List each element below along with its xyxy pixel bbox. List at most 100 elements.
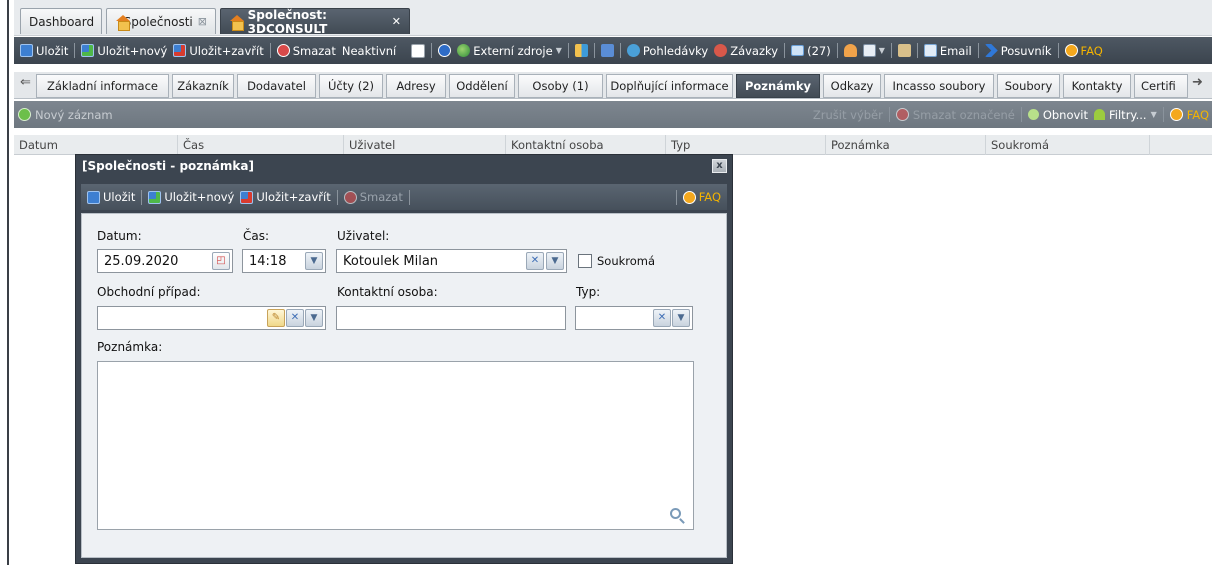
save-close-icon (173, 44, 187, 57)
tab-incasso-files[interactable]: Incasso soubory (884, 74, 994, 98)
column-label: Čas (183, 138, 205, 152)
column-header-user[interactable]: Uživatel (344, 135, 506, 155)
chevron-down-icon: ▼ (555, 46, 562, 55)
tab-certificates[interactable]: Certifi (1134, 74, 1188, 98)
faq-button[interactable]: FAQ (1062, 44, 1106, 58)
save-button[interactable]: Uložit (17, 44, 71, 58)
help-icon (1064, 44, 1078, 57)
hourglass-icon (897, 44, 911, 57)
calendar-icon[interactable]: ◰ (212, 252, 230, 270)
private-checkbox[interactable] (578, 254, 592, 268)
tab-spolecnosti[interactable]: Společnosti ⊠ (106, 8, 216, 34)
window-left-edge (7, 0, 9, 565)
time-value: 14:18 (249, 253, 287, 269)
tab-notes[interactable]: Poznámky (736, 74, 820, 98)
tab-persons[interactable]: Osoby (1) (518, 74, 603, 98)
tab-accounts[interactable]: Účty (2) (319, 74, 383, 98)
people-button[interactable] (841, 44, 860, 57)
delete-button[interactable]: Smazat (274, 44, 339, 58)
magnifier-icon[interactable] (670, 508, 681, 519)
tab-addresses[interactable]: Adresy (386, 74, 446, 98)
save-close-button[interactable]: Uložit+zavřít (170, 44, 266, 58)
clear-icon[interactable]: ✕ (653, 309, 671, 327)
column-header-note[interactable]: Poznámka (826, 135, 986, 155)
faq-button[interactable]: FAQ (1167, 108, 1212, 122)
save-close-label: Uložit+zavřít (189, 43, 264, 58)
date-value: 25.09.2020 (104, 253, 179, 269)
contact-person-field[interactable] (336, 306, 566, 330)
column-label: Typ (671, 138, 691, 152)
inactive-checkbox[interactable] (399, 43, 428, 58)
pencil-icon[interactable]: ✎ (267, 309, 285, 327)
payables-icon (714, 44, 728, 57)
chevron-down-icon[interactable]: ▼ (546, 252, 564, 270)
new-record-label: Nový záznam (35, 107, 113, 122)
tab-label: Certifi (1141, 79, 1176, 93)
dialog-save-new-button[interactable]: Uložit+nový (145, 190, 237, 204)
info-button[interactable] (435, 44, 454, 57)
save-new-button[interactable]: Uložit+nový (78, 44, 170, 58)
tab-contacts[interactable]: Kontakty (1063, 74, 1131, 98)
tab-links[interactable]: Odkazy (823, 74, 881, 98)
tab-company-3dconsult[interactable]: Společnost: 3DCONSULT ✕ (220, 8, 410, 36)
cancel-selection-button[interactable]: Zrušit výběr (810, 108, 886, 122)
column-header-time[interactable]: Čas (178, 135, 344, 155)
date-label: Datum: (97, 229, 142, 243)
user-label: Uživatel: (337, 229, 390, 243)
user-select[interactable]: Kotoulek Milan ✕ ▼ (336, 249, 567, 273)
tab-supplier[interactable]: Dodavatel (237, 74, 316, 98)
column-header-contact[interactable]: Kontaktní osoba (506, 135, 666, 155)
column-header-type[interactable]: Typ (666, 135, 826, 155)
chevron-down-icon[interactable]: ▼ (305, 252, 323, 270)
scroll-left-icon[interactable]: ⇐ (20, 75, 31, 90)
receivables-icon (626, 44, 640, 57)
business-case-select[interactable]: ✎ ✕ ▼ (97, 306, 326, 330)
posuvnik-button[interactable]: Posuvník (982, 44, 1055, 58)
close-icon[interactable]: x (712, 159, 727, 173)
payables-button[interactable]: Závazky (711, 44, 781, 58)
tab-files[interactable]: Soubory (997, 74, 1060, 98)
close-tab-icon[interactable]: ⊠ (198, 15, 207, 28)
delete-selected-button[interactable]: Smazat označené (893, 108, 1018, 122)
chevron-down-icon[interactable]: ▼ (672, 309, 690, 327)
dialog-save-button[interactable]: Uložit (81, 190, 138, 204)
tab-basic-info[interactable]: Základní informace (36, 74, 169, 98)
column-header-date[interactable]: Datum (14, 135, 178, 155)
receivables-button[interactable]: Pohledávky (624, 44, 711, 58)
clear-icon[interactable]: ✕ (286, 309, 304, 327)
chevron-down-icon[interactable]: ▼ (305, 309, 323, 327)
time-field[interactable]: 14:18 ▼ (242, 249, 326, 273)
tab-customer[interactable]: Zákazník (172, 74, 234, 98)
new-record-button[interactable]: Nový záznam (14, 108, 116, 122)
scroll-right-icon[interactable]: ➜ (1192, 75, 1203, 90)
email-button[interactable]: Email (921, 44, 975, 58)
dialog-save-close-button[interactable]: Uložit+zavřít (237, 190, 333, 204)
tiles-button[interactable] (572, 44, 591, 57)
toolbar-separator (1162, 107, 1164, 122)
dialog-faq-button[interactable]: FAQ (680, 190, 727, 204)
documents-button[interactable]: ▼ (860, 44, 888, 57)
note-label: Poznámka: (97, 340, 163, 354)
top-tab-bar: Dashboard Společnosti ⊠ Společnost: 3DCO… (14, 0, 1212, 36)
tab-label: Účty (2) (328, 79, 374, 93)
type-select[interactable]: ✕ ▼ (575, 306, 693, 330)
refresh-button[interactable]: Obnovit (1025, 108, 1091, 122)
tab-departments[interactable]: Oddělení (449, 74, 515, 98)
mail-button[interactable]: (27) (788, 44, 834, 58)
column-header-private[interactable]: Soukromá (986, 135, 1150, 155)
toolbar-separator (1020, 107, 1022, 122)
shuffle-icon (600, 44, 614, 57)
tab-dashboard[interactable]: Dashboard (20, 8, 102, 34)
external-sources-button[interactable]: Externí zdroje ▼ (454, 44, 565, 58)
filters-button[interactable]: Filtry... ▼ (1091, 108, 1160, 122)
dialog-delete-button[interactable]: Smazat (341, 190, 406, 204)
clear-icon[interactable]: ✕ (526, 252, 544, 270)
globe-icon (457, 44, 471, 57)
merge-button[interactable] (598, 44, 617, 57)
note-textarea[interactable] (97, 361, 694, 530)
date-field[interactable]: 25.09.2020 ◰ (97, 249, 233, 273)
receivables-label: Pohledávky (642, 43, 709, 58)
tab-additional-info[interactable]: Doplňující informace (606, 74, 733, 98)
hourglass-button[interactable] (895, 44, 914, 57)
close-tab-icon[interactable]: ✕ (392, 15, 401, 28)
